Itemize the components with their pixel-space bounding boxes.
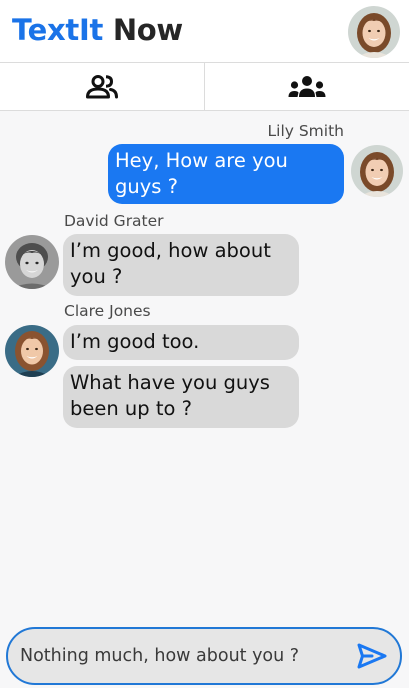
tab-friends[interactable] — [0, 63, 204, 110]
message-bubble: Hey, How are you guys ? — [108, 144, 344, 204]
sender-avatar — [5, 235, 59, 289]
app-header: TextIt Now — [0, 0, 409, 63]
message-bubble: I’m good too. — [63, 325, 299, 360]
tab-bar — [0, 63, 409, 111]
sender-name: David Grater — [64, 212, 164, 230]
groups-icon — [288, 75, 326, 97]
message-composer — [6, 627, 402, 685]
message-bubble: I’m good, how about you ? — [63, 234, 299, 296]
tab-groups[interactable] — [204, 63, 409, 110]
message-input[interactable] — [20, 629, 340, 683]
sender-avatar — [5, 325, 59, 377]
friends-icon — [86, 74, 118, 98]
send-icon — [357, 643, 387, 669]
logo-brand: TextIt — [12, 13, 104, 47]
logo-suffix: Now — [103, 13, 183, 47]
app-logo: TextIt Now — [12, 13, 183, 47]
message-bubble: What have you guys been up to ? — [63, 366, 299, 428]
profile-avatar[interactable] — [348, 6, 400, 58]
sender-avatar — [351, 145, 403, 197]
sender-name: Lily Smith — [267, 122, 345, 140]
sender-name: Clare Jones — [64, 302, 151, 320]
send-button[interactable] — [356, 641, 388, 671]
